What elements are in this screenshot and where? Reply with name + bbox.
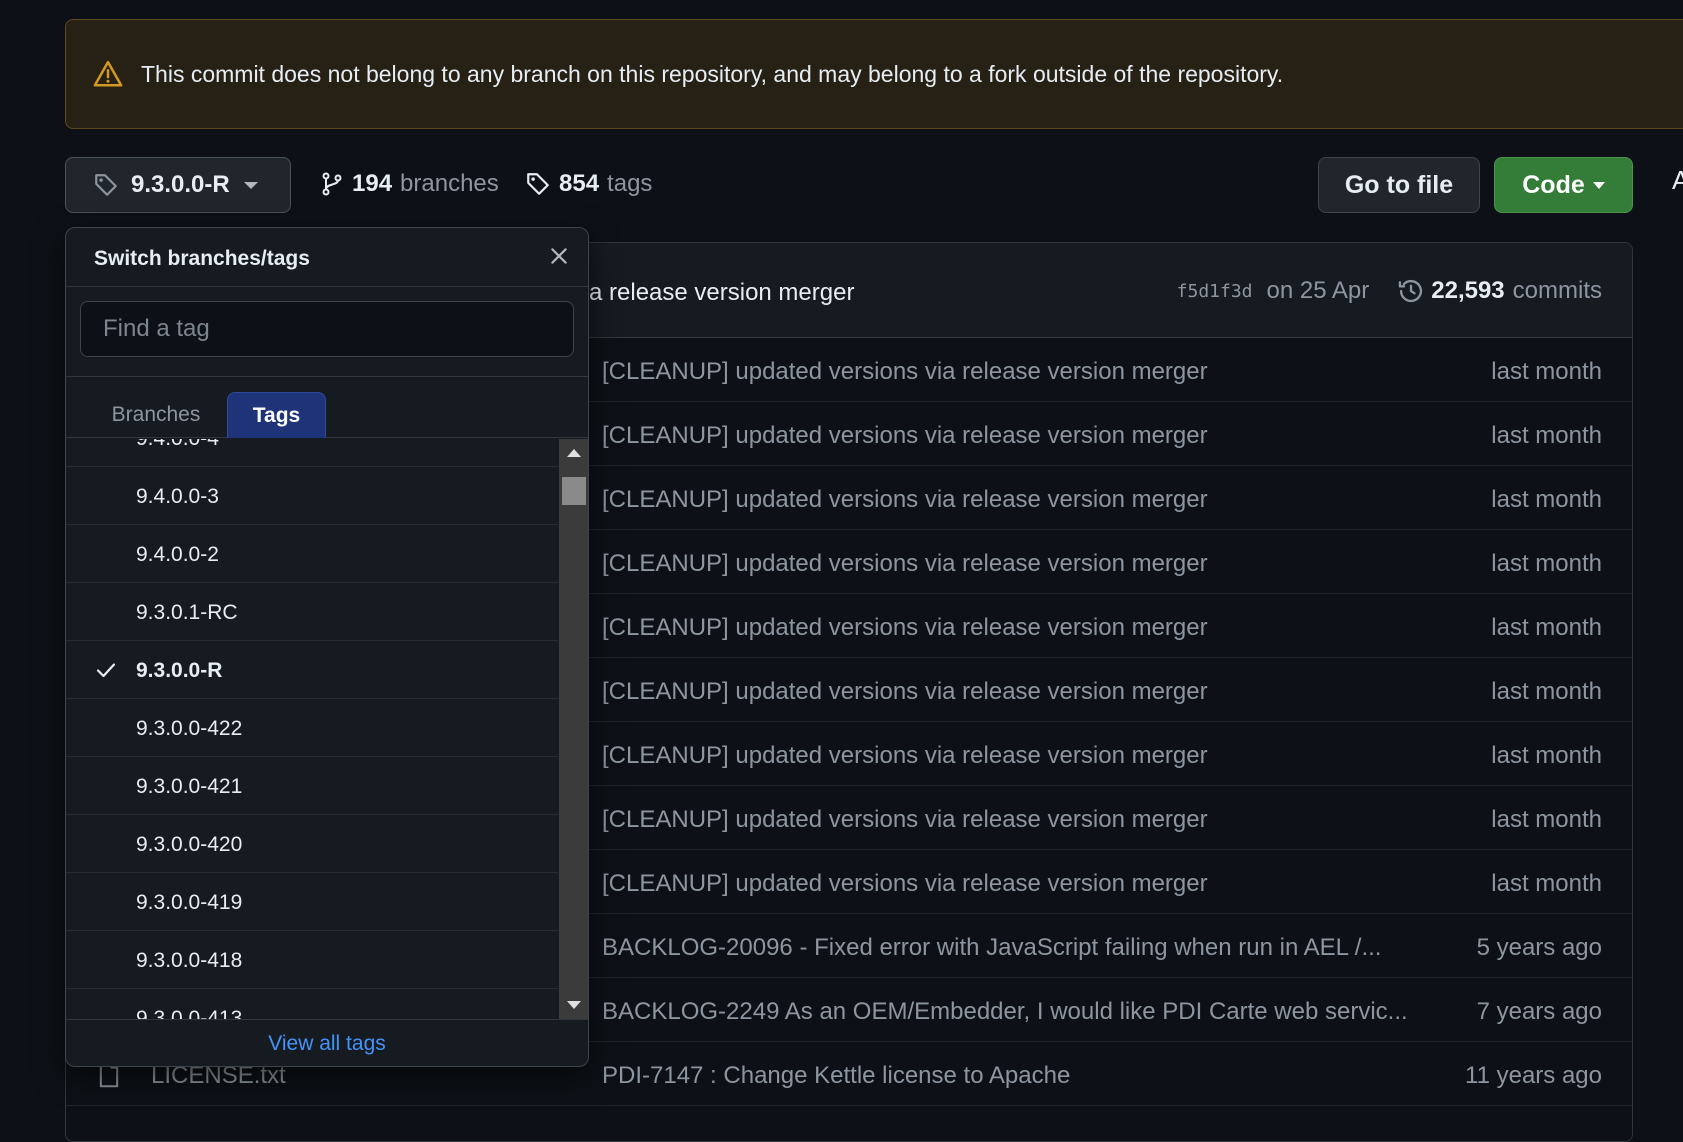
tag-item-selected[interactable]: 9.3.0.0-R (66, 641, 558, 699)
scroll-up-arrow-icon[interactable] (567, 449, 581, 457)
tag-item-label: 9.4.0.0-4 (136, 439, 219, 451)
row-commit-message[interactable]: [CLEANUP] updated versions via release v… (602, 870, 1208, 898)
tag-search-input[interactable] (80, 301, 574, 357)
tag-item-label: 9.3.0.1-RC (136, 601, 238, 624)
tag-item-label: 9.3.0.0-R (136, 659, 223, 682)
row-commit-message[interactable]: [CLEANUP] updated versions via release v… (602, 742, 1208, 770)
tag-item-label: 9.3.0.0-418 (136, 949, 243, 972)
commit-sha[interactable]: f5d1f3d (1177, 281, 1253, 302)
row-commit-message[interactable]: [CLEANUP] updated versions via release v… (602, 358, 1208, 386)
row-commit-message[interactable]: [CLEANUP] updated versions via release v… (602, 422, 1208, 450)
commits-count[interactable]: 22,593 (1431, 277, 1504, 305)
tag-item-label: 9.4.0.0-3 (136, 485, 219, 508)
close-icon[interactable] (548, 245, 570, 267)
switcher-title: Switch branches/tags (94, 247, 310, 270)
about-heading-peek: A (1672, 165, 1683, 195)
warning-message: This commit does not belong to any branc… (141, 60, 1284, 87)
tab-tags[interactable]: Tags (227, 392, 326, 438)
tag-icon (527, 173, 549, 195)
tag-item-label: 9.3.0.0-420 (136, 833, 243, 856)
scroll-down-arrow-icon[interactable] (567, 1001, 581, 1009)
ref-selector-label: 9.3.0.0-R (131, 171, 230, 198)
tag-item[interactable]: 9.4.0.0-2 (66, 525, 558, 583)
switcher-tabs: Branches Tags (66, 377, 588, 438)
commits-label[interactable]: commits (1513, 277, 1602, 305)
warning-flash: This commit does not belong to any branc… (65, 19, 1683, 129)
tag-list: 9.4.0.0-4 9.4.0.0-3 9.4.0.0-2 9.3.0.1-RC… (66, 439, 558, 1019)
alert-icon (93, 60, 123, 87)
tag-item-label: 9.3.0.0-413 (136, 1007, 243, 1019)
tag-item-label: 9.4.0.0-2 (136, 543, 219, 566)
row-age: last month (1491, 614, 1602, 641)
switcher-search-area (66, 287, 588, 377)
row-age: last month (1491, 870, 1602, 897)
tag-item[interactable]: 9.4.0.0-3 (66, 467, 558, 525)
commit-date: on 25 Apr (1266, 277, 1370, 304)
tag-item-label: 9.3.0.0-419 (136, 891, 243, 914)
row-age: last month (1491, 678, 1602, 705)
row-age: last month (1491, 422, 1602, 449)
row-commit-message[interactable]: [CLEANUP] updated versions via release v… (602, 486, 1208, 514)
tag-item[interactable]: 9.3.0.0-422 (66, 699, 558, 757)
ref-selector-button[interactable]: 9.3.0.0-R (65, 157, 291, 213)
code-button-label: Code (1522, 170, 1585, 199)
tag-list-scrollbar[interactable] (559, 439, 588, 1019)
tag-item[interactable]: 9.3.0.0-419 (66, 873, 558, 931)
tag-item[interactable]: 9.3.0.0-421 (66, 757, 558, 815)
row-commit-message[interactable]: [CLEANUP] updated versions via release v… (602, 550, 1208, 578)
row-commit-message[interactable]: [CLEANUP] updated versions via release v… (602, 678, 1208, 706)
branches-link[interactable]: 194 branches (320, 170, 499, 198)
git-branch-icon (322, 172, 342, 196)
branches-label: branches (400, 170, 499, 197)
tag-item[interactable]: 9.4.0.0-4 (66, 439, 558, 467)
switcher-header: Switch branches/tags (66, 228, 588, 287)
tag-icon (95, 174, 117, 196)
tab-branches[interactable]: Branches (94, 392, 218, 438)
row-age: 7 years ago (1476, 998, 1602, 1025)
row-commit-message[interactable]: BACKLOG-20096 - Fixed error with JavaScr… (602, 934, 1381, 962)
row-age: last month (1491, 742, 1602, 769)
row-commit-message[interactable]: PDI-7147 : Change Kettle license to Apac… (602, 1062, 1070, 1090)
check-icon (96, 663, 116, 678)
go-to-file-button[interactable]: Go to file (1318, 157, 1480, 213)
tag-item-label: 9.3.0.0-421 (136, 775, 243, 798)
branch-tag-switcher: Switch branches/tags Branches Tags 9.4.0… (65, 227, 589, 1067)
scrollbar-thumb[interactable] (562, 477, 586, 505)
chevron-down-icon (243, 181, 258, 189)
switcher-footer: View all tags (66, 1019, 588, 1066)
row-commit-message[interactable]: BACKLOG-2249 As an OEM/Embedder, I would… (602, 998, 1408, 1026)
tag-item-label: 9.3.0.0-422 (136, 717, 243, 740)
row-age: 11 years ago (1465, 1062, 1602, 1089)
tags-label: tags (607, 170, 653, 197)
view-all-tags-link[interactable]: View all tags (268, 1032, 386, 1056)
commit-info: f5d1f3d on 25 Apr 22,593 commits (1177, 277, 1602, 305)
latest-commit-message[interactable]: a release version merger (589, 279, 854, 307)
row-age: 5 years ago (1476, 934, 1602, 961)
chevron-down-icon (1592, 181, 1605, 189)
branches-count: 194 (352, 170, 393, 197)
row-age: last month (1491, 486, 1602, 513)
row-age: last month (1491, 550, 1602, 577)
code-button[interactable]: Code (1494, 157, 1633, 213)
tags-link[interactable]: 854 tags (525, 170, 652, 198)
row-age: last month (1491, 358, 1602, 385)
tag-item[interactable]: 9.3.0.0-413 (66, 989, 558, 1019)
tags-count: 854 (559, 170, 600, 197)
row-commit-message[interactable]: [CLEANUP] updated versions via release v… (602, 614, 1208, 642)
tag-item[interactable]: 9.3.0.0-418 (66, 931, 558, 989)
row-age: last month (1491, 806, 1602, 833)
row-commit-message[interactable]: [CLEANUP] updated versions via release v… (602, 806, 1208, 834)
tag-item[interactable]: 9.3.0.0-420 (66, 815, 558, 873)
tag-item[interactable]: 9.3.0.1-RC (66, 583, 558, 641)
history-icon (1399, 279, 1423, 303)
